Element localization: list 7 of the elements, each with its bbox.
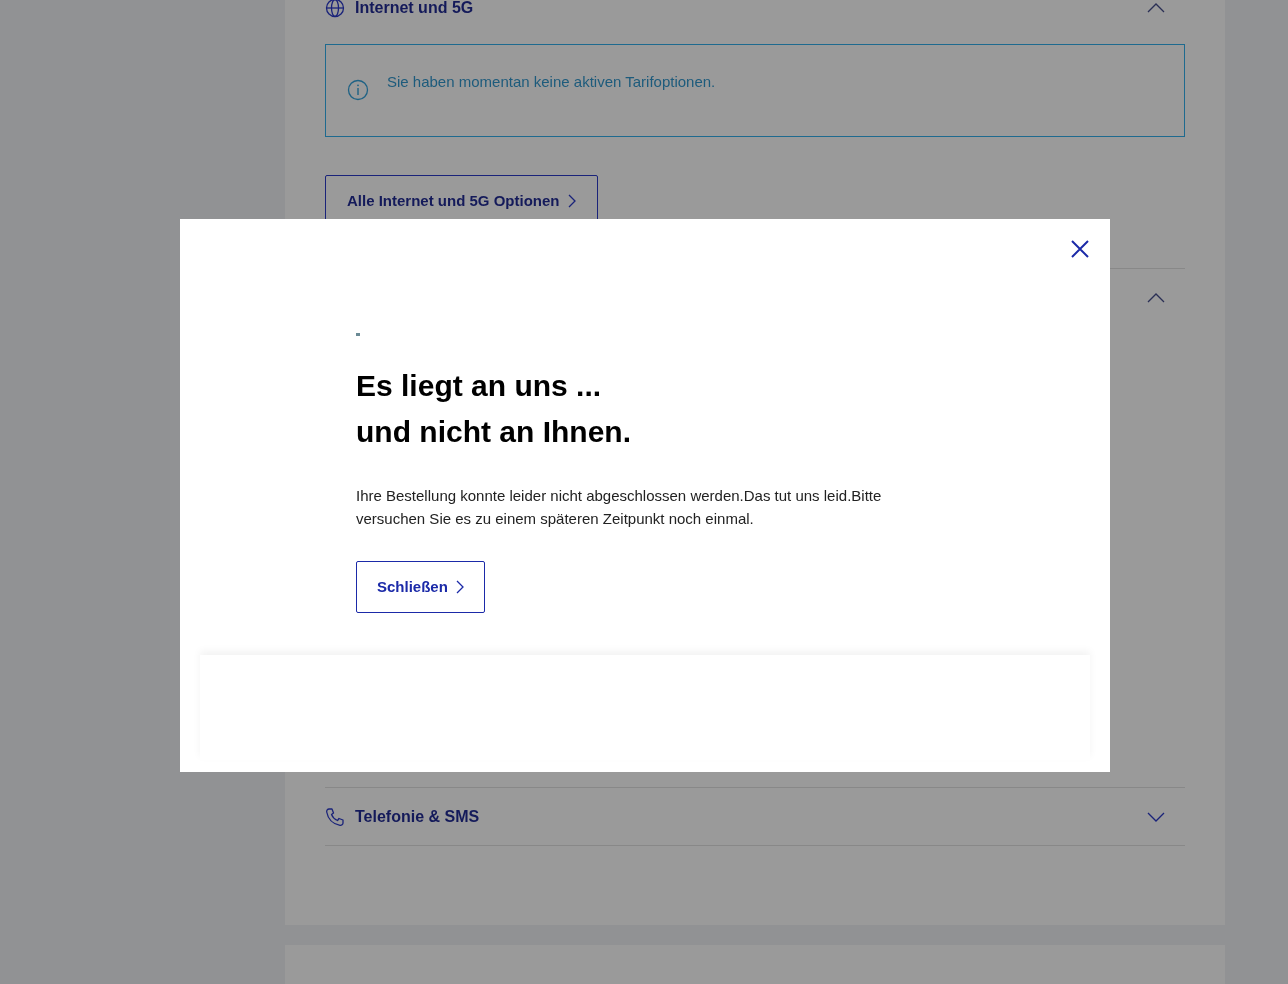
dialog-message: Ihre Bestellung konnte leider nicht abgeschlossen werden.Das tut uns leid.Bitte versuchen Sie es zu einem späteren Zeitpunkt noch einmal. <box>356 486 883 529</box>
dialog-heading: Es liegt an uns ... <box>356 368 603 404</box>
info-message: Sie haben momentan keine aktiven Tarifoptionen. <box>387 72 716 92</box>
section-title[interactable]: Telefonie & SMS <box>355 804 480 829</box>
dialog-heading: und nicht an Ihnen. <box>356 414 632 450</box>
section-title[interactable]: Internet und 5G <box>355 0 474 20</box>
close-dialog-button[interactable]: Schließen <box>356 561 485 613</box>
